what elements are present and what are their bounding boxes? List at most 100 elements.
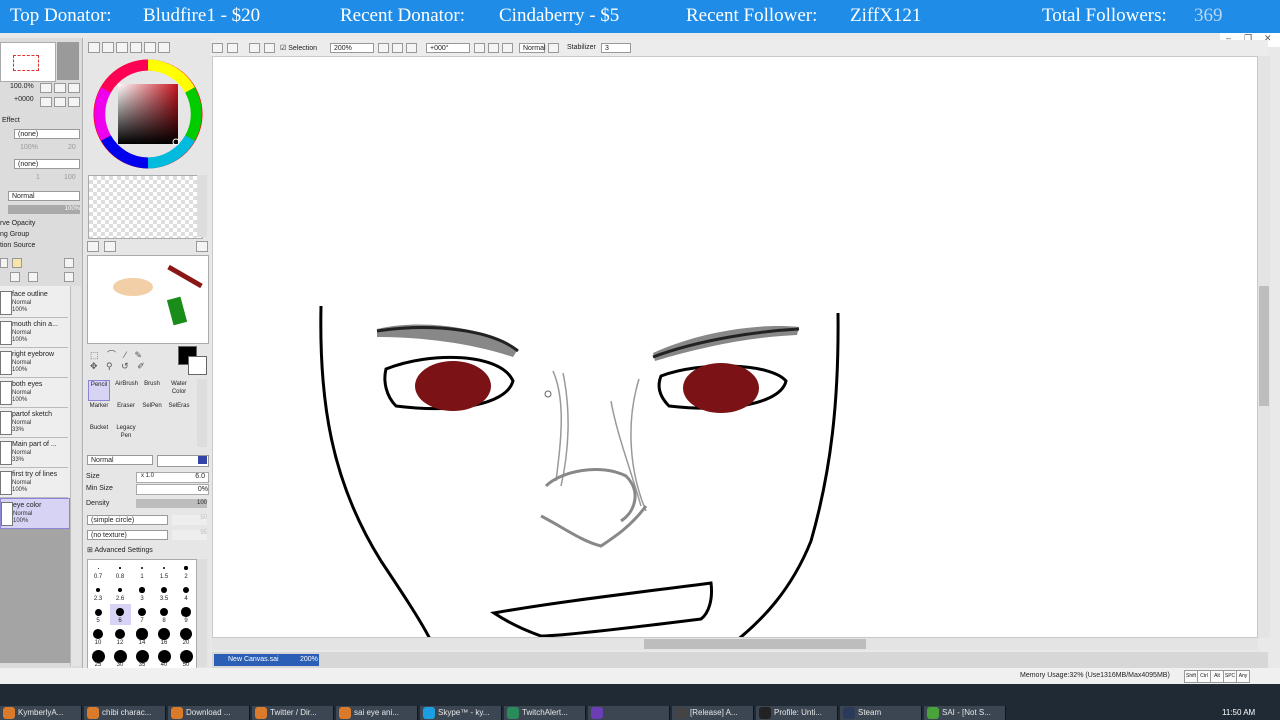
scratch-options-icon[interactable]	[196, 241, 208, 252]
color-swatch[interactable]	[57, 42, 79, 80]
taskbar-item[interactable]: sai eye ani...	[336, 706, 418, 720]
layer-item[interactable]: face outline Normal 100%	[0, 288, 68, 318]
rotate-right-button[interactable]	[54, 97, 66, 107]
brush-size-cell[interactable]: 14	[132, 626, 153, 647]
zoom-out-button[interactable]	[40, 83, 52, 93]
brush-size-cell[interactable]: 7	[132, 604, 153, 625]
brush-size-cell[interactable]: 9	[176, 604, 197, 625]
deselect-icon[interactable]	[249, 43, 260, 53]
brush-texture-select[interactable]: (no texture)	[87, 530, 168, 540]
tool-water-color[interactable]: Water Color	[168, 380, 190, 401]
tool-eraser[interactable]: Eraser	[115, 402, 137, 423]
layer-item[interactable]: both eyes Normal 100%	[0, 378, 68, 408]
zoom-in-icon[interactable]	[392, 43, 403, 53]
tool-brush[interactable]: Brush	[141, 380, 163, 401]
brush-shape-select[interactable]: (simple circle)	[87, 515, 168, 525]
taskbar-item[interactable]: KymberlyA...	[0, 706, 82, 720]
taskbar-item[interactable]: Steam	[840, 706, 922, 720]
rotate-reset-icon[interactable]	[502, 43, 513, 53]
canvas-vertical-scrollbar[interactable]	[1258, 56, 1270, 638]
horizontal-scroll-thumb[interactable]	[644, 639, 866, 649]
taskbar-item[interactable]: [Release] A...	[672, 706, 754, 720]
document-tab[interactable]: New Canvas.sai 200%	[214, 654, 319, 666]
intermediate-color-icon[interactable]	[130, 42, 142, 53]
tool-selpen[interactable]: SelPen	[141, 402, 163, 423]
layer-opacity-bar[interactable]: 100%	[8, 205, 80, 214]
color-wheel[interactable]	[92, 58, 204, 170]
brush-size-cell[interactable]: 50	[176, 648, 197, 669]
rotation-select[interactable]: +000°	[426, 43, 470, 53]
brush-size-cell[interactable]: 0.8	[110, 560, 131, 581]
advanced-settings-toggle[interactable]: ⊞ Advanced Settings	[87, 546, 153, 554]
layer-item[interactable]: partof sketch Normal 33%	[0, 408, 68, 438]
undo-scratch-icon[interactable]	[87, 241, 99, 252]
layer-item[interactable]: mouth chin a... Normal 100%	[0, 318, 68, 348]
brush-size-cell[interactable]: 5	[88, 604, 109, 625]
brush-size-cell[interactable]: 0.7	[88, 560, 109, 581]
zoom-in-button[interactable]	[54, 83, 66, 93]
layer-list-scrollbar[interactable]	[70, 286, 81, 666]
taskbar-item[interactable]: Skype™ - ky...	[420, 706, 502, 720]
taskbar-item[interactable]: Download ...	[168, 706, 250, 720]
tool-palette-scrollbar[interactable]	[197, 379, 207, 447]
taskbar-item[interactable]	[588, 706, 670, 720]
trash-icon[interactable]	[28, 272, 38, 282]
taskbar-item[interactable]: Twitter / Dir...	[252, 706, 334, 720]
stabilizer-select[interactable]: 3	[601, 43, 631, 53]
redo-icon[interactable]	[227, 43, 238, 53]
brush-size-cell[interactable]: 2.6	[110, 582, 131, 603]
taskbar-item[interactable]: TwitchAlert...	[504, 706, 586, 720]
color-wheel-mode-icon[interactable]	[88, 42, 100, 53]
layer-item[interactable]: first try of lines Normal 100%	[0, 468, 68, 498]
tool-seleras[interactable]: SelEras	[168, 402, 190, 423]
texture-select[interactable]: (none)	[14, 129, 80, 139]
taskbar-item[interactable]: Profile: Unti...	[756, 706, 838, 720]
clear-layer-icon[interactable]	[64, 272, 74, 282]
rotate-cw-icon[interactable]	[488, 43, 499, 53]
flip-icon[interactable]	[548, 43, 559, 53]
brush-size-cell[interactable]: 20	[176, 626, 197, 647]
brush-shape-buttons[interactable]	[157, 455, 209, 467]
rgb-slider-icon[interactable]	[102, 42, 114, 53]
brush-size-cell[interactable]: 3	[132, 582, 153, 603]
size-slider[interactable]: x 1.0 6.0	[136, 472, 209, 483]
brush-size-cell[interactable]: 30	[110, 648, 131, 669]
zoom-out-icon[interactable]	[378, 43, 389, 53]
density-slider[interactable]: 100	[136, 499, 207, 508]
brush-texture-value[interactable]: 95	[172, 530, 207, 540]
canvas-horizontal-scrollbar[interactable]	[212, 638, 1258, 650]
brush-shape-value[interactable]: 50	[172, 515, 207, 525]
layer-item-active[interactable]: eye color Normal 100%	[0, 498, 70, 529]
brush-size-cell[interactable]: 12	[110, 626, 131, 647]
selection-tool-icons[interactable]: ⬚ ⌒ ⁄ ✎ ✥ ⚲ ↺ ✐	[90, 348, 162, 383]
rotate-left-button[interactable]	[40, 97, 52, 107]
rotate-ccw-icon[interactable]	[474, 43, 485, 53]
layer-blend-mode-select[interactable]: Normal	[8, 191, 80, 201]
new-layer-icon[interactable]	[0, 258, 8, 268]
effect-select[interactable]: (none)	[14, 159, 80, 169]
tool-legacy-pen[interactable]: Legacy Pen	[115, 424, 137, 445]
brush-size-cell[interactable]: 35	[132, 648, 153, 669]
brush-size-cell[interactable]: 6	[110, 604, 131, 625]
brush-size-cell[interactable]: 25	[88, 648, 109, 669]
brush-size-cell[interactable]: 2.3	[88, 582, 109, 603]
taskbar-item[interactable]: chibi charac...	[84, 706, 166, 720]
rotate-reset-button[interactable]	[68, 97, 80, 107]
taskbar-item[interactable]: SAI - [Not S...	[924, 706, 1006, 720]
clipping-group-checkbox[interactable]: ng Group	[0, 231, 29, 238]
brush-size-cell[interactable]: 10	[88, 626, 109, 647]
clear-scratch-icon[interactable]	[104, 241, 116, 252]
preserve-opacity-checkbox[interactable]: rve Opacity	[0, 220, 35, 227]
merge-down-icon[interactable]	[10, 272, 20, 282]
brush-size-grid[interactable]: 0.7 0.8 1 1.5 2 2.3 2.6 3 3.5 4 5 6 7 8 9 10 12 14 16 20 25 3…	[87, 559, 197, 669]
navigator-preview[interactable]	[0, 42, 56, 82]
layer-option-icon[interactable]	[64, 258, 74, 268]
swatch-grid[interactable]	[88, 175, 203, 239]
view-mode-select[interactable]: Normal	[519, 43, 546, 53]
selection-checkbox[interactable]: ☑ Selection	[280, 44, 317, 52]
brush-blend-select[interactable]: Normal	[87, 455, 153, 465]
brush-size-cell[interactable]: 1	[132, 560, 153, 581]
brush-size-cell[interactable]: 1.5	[154, 560, 175, 581]
color-palette-icon[interactable]	[144, 42, 156, 53]
layer-item[interactable]: right eyebrow Normal 100%	[0, 348, 68, 378]
